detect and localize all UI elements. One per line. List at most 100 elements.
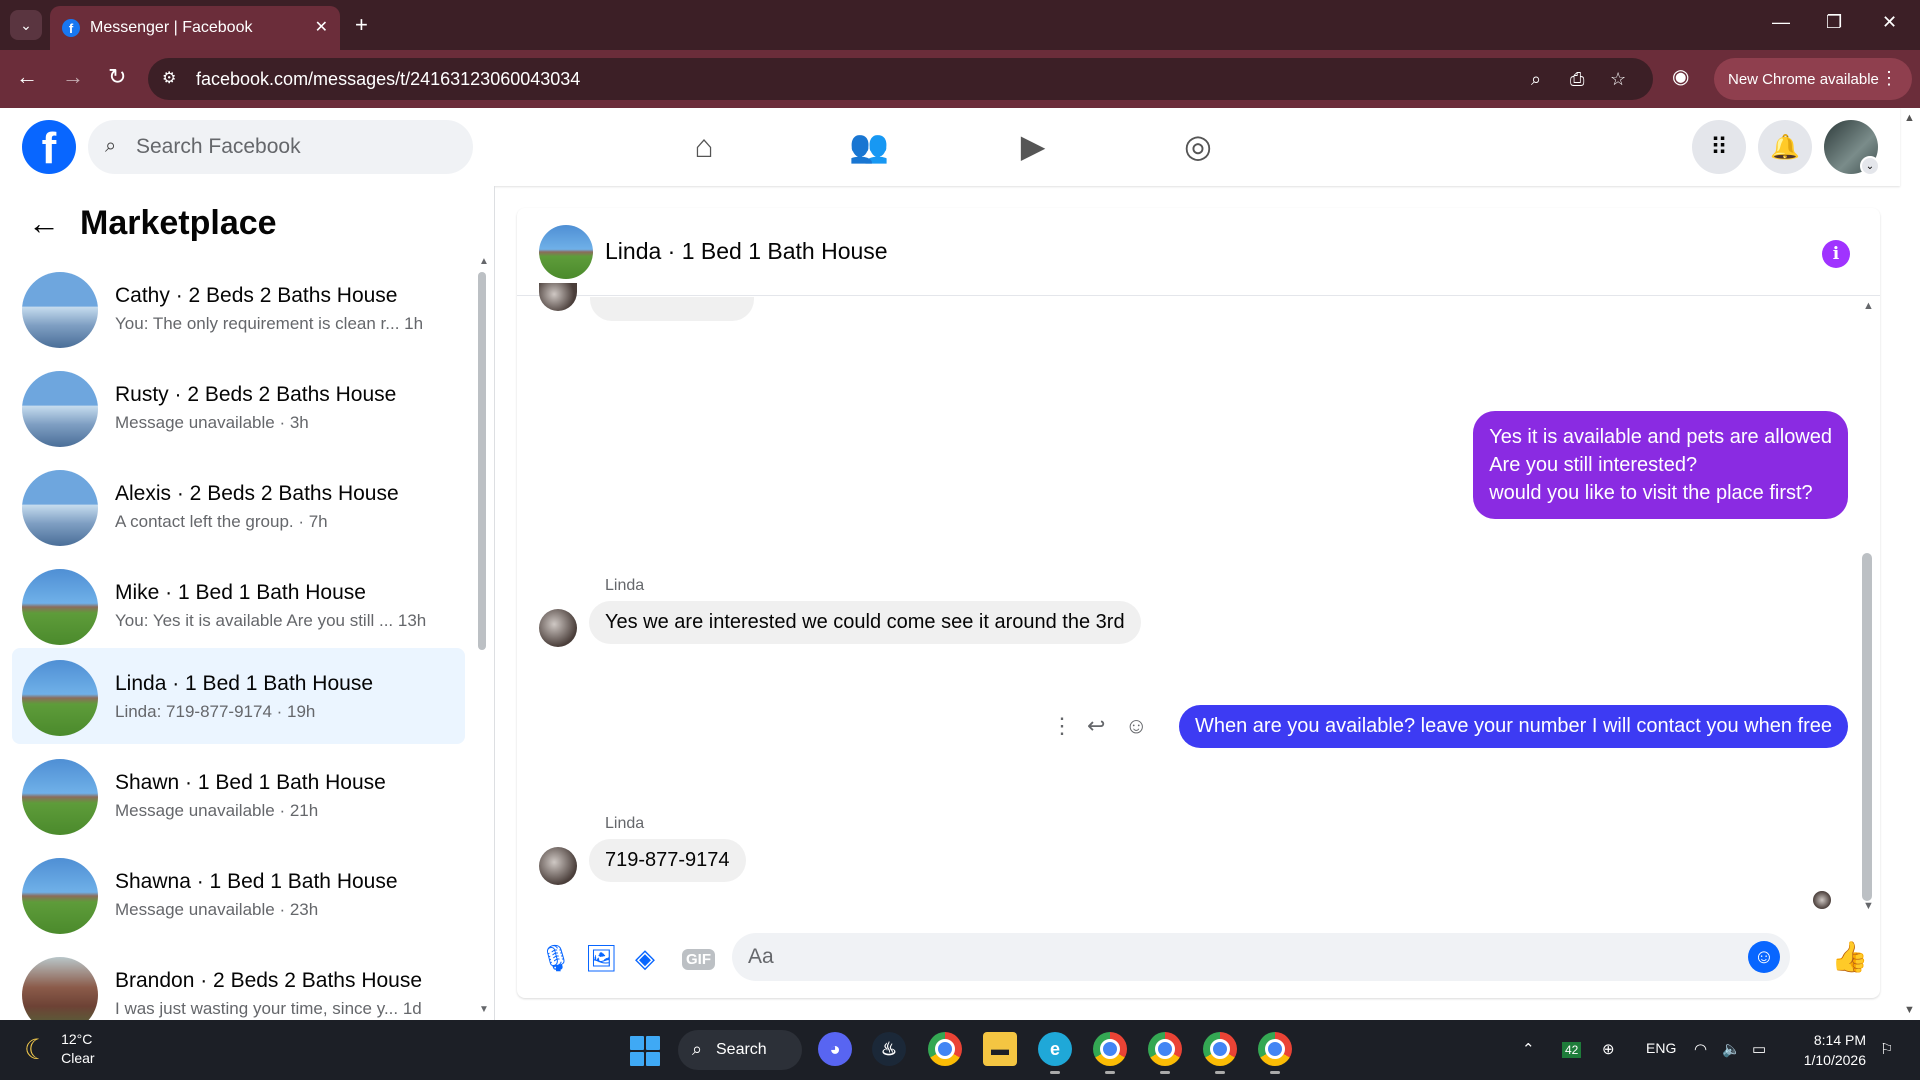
outgoing-message[interactable]: When are you available? leave your numbe…	[1178, 705, 1848, 748]
chat-scrollbar[interactable]	[1862, 553, 1872, 901]
edge-icon[interactable]: e	[1038, 1032, 1072, 1074]
tab-title: Messenger | Facebook	[90, 19, 253, 36]
profile-avatar[interactable]: ⌄	[1824, 120, 1880, 176]
vpn-icon[interactable]: ⊕	[1602, 1040, 1615, 1058]
page-scroll-up-icon[interactable]: ▲	[1904, 112, 1915, 124]
incoming-message[interactable]: Yes we are interested we could come see …	[589, 601, 1141, 644]
video-icon[interactable]: ▶	[1013, 126, 1053, 166]
back-icon[interactable]: ←	[16, 64, 38, 90]
chat-listing-thumbnail[interactable]	[539, 225, 593, 279]
groups-icon[interactable]: ◎	[1178, 126, 1218, 166]
search-icon: ⌕	[105, 135, 117, 157]
home-icon[interactable]: ⌂	[684, 126, 724, 166]
chat-title[interactable]: Linda · 1 Bed 1 Bath House	[605, 238, 888, 265]
bookmark-star-icon[interactable]: ☆	[1610, 69, 1626, 90]
browser-tab[interactable]: f Messenger | Facebook ✕	[50, 6, 340, 50]
page-scroll-down-icon[interactable]: ▼	[1904, 1004, 1915, 1016]
listing-thumbnail	[22, 660, 98, 736]
contact-avatar	[539, 847, 577, 885]
conversation-item[interactable]: Alexis · 2 Beds 2 Baths House A contact …	[12, 458, 465, 554]
new-chrome-button[interactable]: New Chrome available ⋮	[1714, 58, 1912, 100]
battery-icon[interactable]: ▭	[1752, 1040, 1766, 1058]
notifications-icon[interactable]: ⚐	[1880, 1040, 1893, 1058]
close-tab-icon[interactable]: ✕	[315, 17, 328, 37]
facebook-search-input[interactable]: ⌕ Search Facebook	[88, 120, 473, 174]
incoming-message[interactable]: 719-877-9174	[589, 839, 746, 882]
tray-badge[interactable]: 42	[1562, 1042, 1582, 1058]
chat-header: Linda · 1 Bed 1 Bath House i	[517, 208, 1880, 296]
menu-grid-icon[interactable]: ⠿	[1692, 120, 1746, 174]
chrome-profile-icon[interactable]: ◉	[1672, 64, 1689, 89]
back-arrow-icon[interactable]: ←	[28, 205, 60, 242]
new-chrome-label: New Chrome available	[1728, 70, 1879, 88]
chevron-down-icon[interactable]: ⌄	[1860, 156, 1880, 176]
chevron-up-icon[interactable]: ⌃	[1522, 1040, 1535, 1058]
language-indicator[interactable]: ENG	[1646, 1040, 1676, 1056]
thumbs-up-icon[interactable]: 👍	[1831, 940, 1868, 975]
listing-thumbnail	[22, 858, 98, 934]
gif-icon[interactable]: GIF	[682, 949, 715, 970]
reply-icon[interactable]: ↩	[1087, 713, 1105, 739]
reload-icon[interactable]: ↻	[108, 64, 126, 90]
chrome-profile-3-icon[interactable]	[1203, 1032, 1237, 1074]
forward-icon[interactable]: →	[62, 64, 84, 90]
windows-taskbar: ☾ 12°C Clear ⌕ Search ◕ ♨ ▬ e ⌃ 42 ⊕ ENG…	[0, 1020, 1920, 1080]
taskbar-search[interactable]: ⌕ Search	[678, 1030, 802, 1070]
conversation-item[interactable]: Cathy · 2 Beds 2 Baths House You: The on…	[12, 260, 465, 356]
contact-avatar	[539, 283, 577, 311]
volume-icon[interactable]: 🔈	[1722, 1040, 1741, 1058]
info-icon[interactable]: i	[1822, 240, 1850, 268]
conversation-name: Mike · 1 Bed 1 Bath House	[115, 581, 366, 604]
friends-icon[interactable]: 👥	[849, 126, 889, 166]
clock[interactable]: 8:14 PM 1/10/2026	[1790, 1030, 1866, 1070]
tab-search-dropdown-icon[interactable]: ⌄	[10, 10, 42, 40]
time: 8:14 PM	[1813, 1032, 1866, 1048]
react-emoji-icon[interactable]: ☺	[1125, 713, 1147, 739]
photo-icon[interactable]: 🖼	[585, 943, 618, 974]
steam-icon[interactable]: ♨	[872, 1032, 906, 1066]
more-menu-icon[interactable]: ⋮	[1880, 68, 1898, 89]
file-explorer-icon[interactable]: ▬	[983, 1032, 1017, 1066]
install-app-icon[interactable]: ⎙	[1570, 69, 1584, 90]
zoom-icon[interactable]: ⌕	[1531, 69, 1541, 90]
scroll-down-arrow-icon[interactable]: ▼	[479, 1004, 489, 1015]
minimize-icon[interactable]: —	[1772, 12, 1790, 33]
new-tab-icon[interactable]: +	[355, 12, 368, 38]
wifi-icon[interactable]: ◠	[1694, 1040, 1707, 1058]
address-bar[interactable]: ⚙ facebook.com/messages/t/24163123060043…	[148, 58, 1653, 100]
conversation-item[interactable]: Shawna · 1 Bed 1 Bath House Message unav…	[12, 846, 465, 942]
facebook-logo[interactable]: f	[22, 120, 76, 174]
more-options-icon[interactable]: ⋮	[1051, 713, 1073, 739]
sticker-icon[interactable]: ◈	[635, 943, 655, 974]
weather-widget[interactable]: ☾ 12°C Clear	[24, 1030, 95, 1068]
chrome-profile-4-icon[interactable]	[1258, 1032, 1292, 1074]
listing-thumbnail	[22, 957, 98, 1020]
conversation-snippet: I was just wasting your time, since y...…	[115, 999, 422, 1018]
conversation-item[interactable]: Rusty · 2 Beds 2 Baths House Message una…	[12, 359, 465, 455]
conversation-name: Cathy · 2 Beds 2 Baths House	[115, 284, 398, 307]
outgoing-message[interactable]: Yes it is available and pets are allowed…	[1473, 411, 1848, 519]
conversation-item[interactable]: Brandon · 2 Beds 2 Baths House I was jus…	[12, 945, 465, 1020]
discord-icon[interactable]: ◕	[818, 1032, 852, 1066]
windows-start-icon[interactable]	[630, 1036, 660, 1066]
site-info-icon[interactable]: ⚙	[162, 68, 176, 88]
bell-icon[interactable]: 🔔	[1758, 120, 1812, 174]
scroll-up-arrow-icon[interactable]: ▲	[479, 256, 489, 267]
scroll-down-arrow-icon[interactable]: ▼	[1863, 900, 1874, 912]
conversation-name: Alexis · 2 Beds 2 Baths House	[115, 482, 399, 505]
restore-icon[interactable]: ❐	[1826, 12, 1842, 33]
scroll-up-arrow-icon[interactable]: ▲	[1863, 300, 1874, 312]
conversation-item[interactable]: Mike · 1 Bed 1 Bath House You: Yes it is…	[12, 557, 465, 653]
chrome-profile-2-icon[interactable]	[1148, 1032, 1182, 1074]
conversation-item[interactable]: Shawn · 1 Bed 1 Bath House Message unava…	[12, 747, 465, 843]
chrome-profile-1-icon[interactable]	[1093, 1032, 1127, 1074]
sidebar-scrollbar[interactable]	[478, 272, 486, 650]
microphone-icon[interactable]: 🎙	[539, 943, 572, 974]
conversation-item-active[interactable]: Linda · 1 Bed 1 Bath House Linda: 719-87…	[12, 648, 465, 744]
chrome-icon[interactable]	[928, 1032, 962, 1066]
conversation-snippet: You: Yes it is available Are you still .…	[115, 611, 427, 630]
listing-thumbnail	[22, 371, 98, 447]
close-window-icon[interactable]: ✕	[1882, 12, 1897, 33]
emoji-icon[interactable]: ☺	[1748, 941, 1780, 973]
message-input[interactable]: Aa ☺	[732, 933, 1790, 981]
